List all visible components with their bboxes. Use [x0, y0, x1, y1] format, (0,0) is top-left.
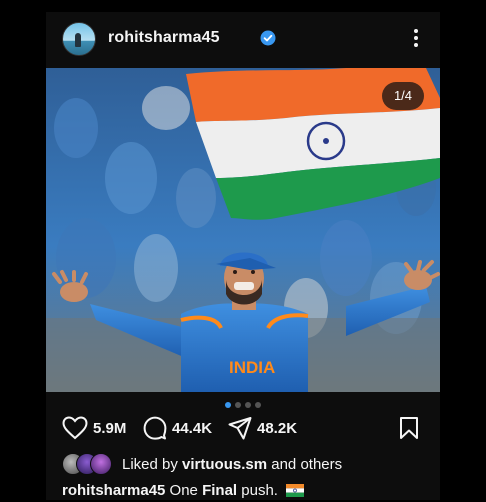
carousel-dot-1: [225, 402, 231, 408]
post-header: rohitsharma45: [46, 12, 440, 68]
bookmark-icon[interactable]: [398, 416, 420, 440]
verified-badge-icon: [260, 30, 276, 46]
shares-count[interactable]: 48.2K: [257, 420, 297, 437]
carousel-dot-2: [235, 402, 241, 408]
comment-action[interactable]: 44.4K: [143, 412, 212, 444]
share-action[interactable]: 48.2K: [228, 412, 297, 444]
jersey-text: INDIA: [229, 358, 275, 377]
liked-by-prefix: Liked by: [122, 455, 178, 473]
liked-by-suffix: and others: [271, 455, 343, 473]
caption-username[interactable]: rohitsharma45: [62, 482, 165, 499]
caption-text-3: push.: [241, 482, 278, 499]
image-counter: 1/4: [382, 82, 424, 110]
username[interactable]: rohitsharma45: [108, 29, 220, 47]
action-bar: 5.9M 44.4K 48.2K: [46, 412, 440, 444]
caption-text-1: One: [169, 482, 198, 499]
like-action[interactable]: 5.9M: [62, 412, 126, 444]
post-photo-illustration: INDIA: [46, 68, 440, 392]
carousel-dot-4: [255, 402, 261, 408]
save-action[interactable]: [398, 412, 420, 444]
comment-icon[interactable]: [143, 416, 167, 440]
likes-count[interactable]: 5.9M: [93, 420, 126, 437]
carousel-dot-3: [245, 402, 251, 408]
liked-by-user[interactable]: virtuous.sm: [182, 456, 267, 473]
post-image[interactable]: INDIA 1/4: [46, 68, 440, 392]
more-vertical-icon[interactable]: [408, 26, 424, 50]
share-icon[interactable]: [228, 416, 252, 440]
liked-by-row[interactable]: Liked by virtuous.sm and others: [62, 452, 432, 476]
instagram-post: rohitsharma45 INDIA 1/4 5.9M 44.4K 48.2K…: [46, 12, 440, 500]
liked-by-avatars[interactable]: [62, 453, 118, 475]
comments-count[interactable]: 44.4K: [172, 420, 212, 437]
liked-by-text[interactable]: Liked by virtuous.sm and others: [122, 456, 342, 473]
avatar-figure: [75, 33, 81, 47]
avatar: [90, 453, 112, 475]
heart-icon[interactable]: [62, 416, 88, 440]
caption-text-2: Final: [202, 482, 238, 499]
carousel-indicator: [46, 402, 440, 410]
caption: rohitsharma45 One Final push.: [62, 482, 432, 502]
india-flag-emoji-icon: [286, 484, 305, 497]
avatar[interactable]: [62, 22, 96, 56]
